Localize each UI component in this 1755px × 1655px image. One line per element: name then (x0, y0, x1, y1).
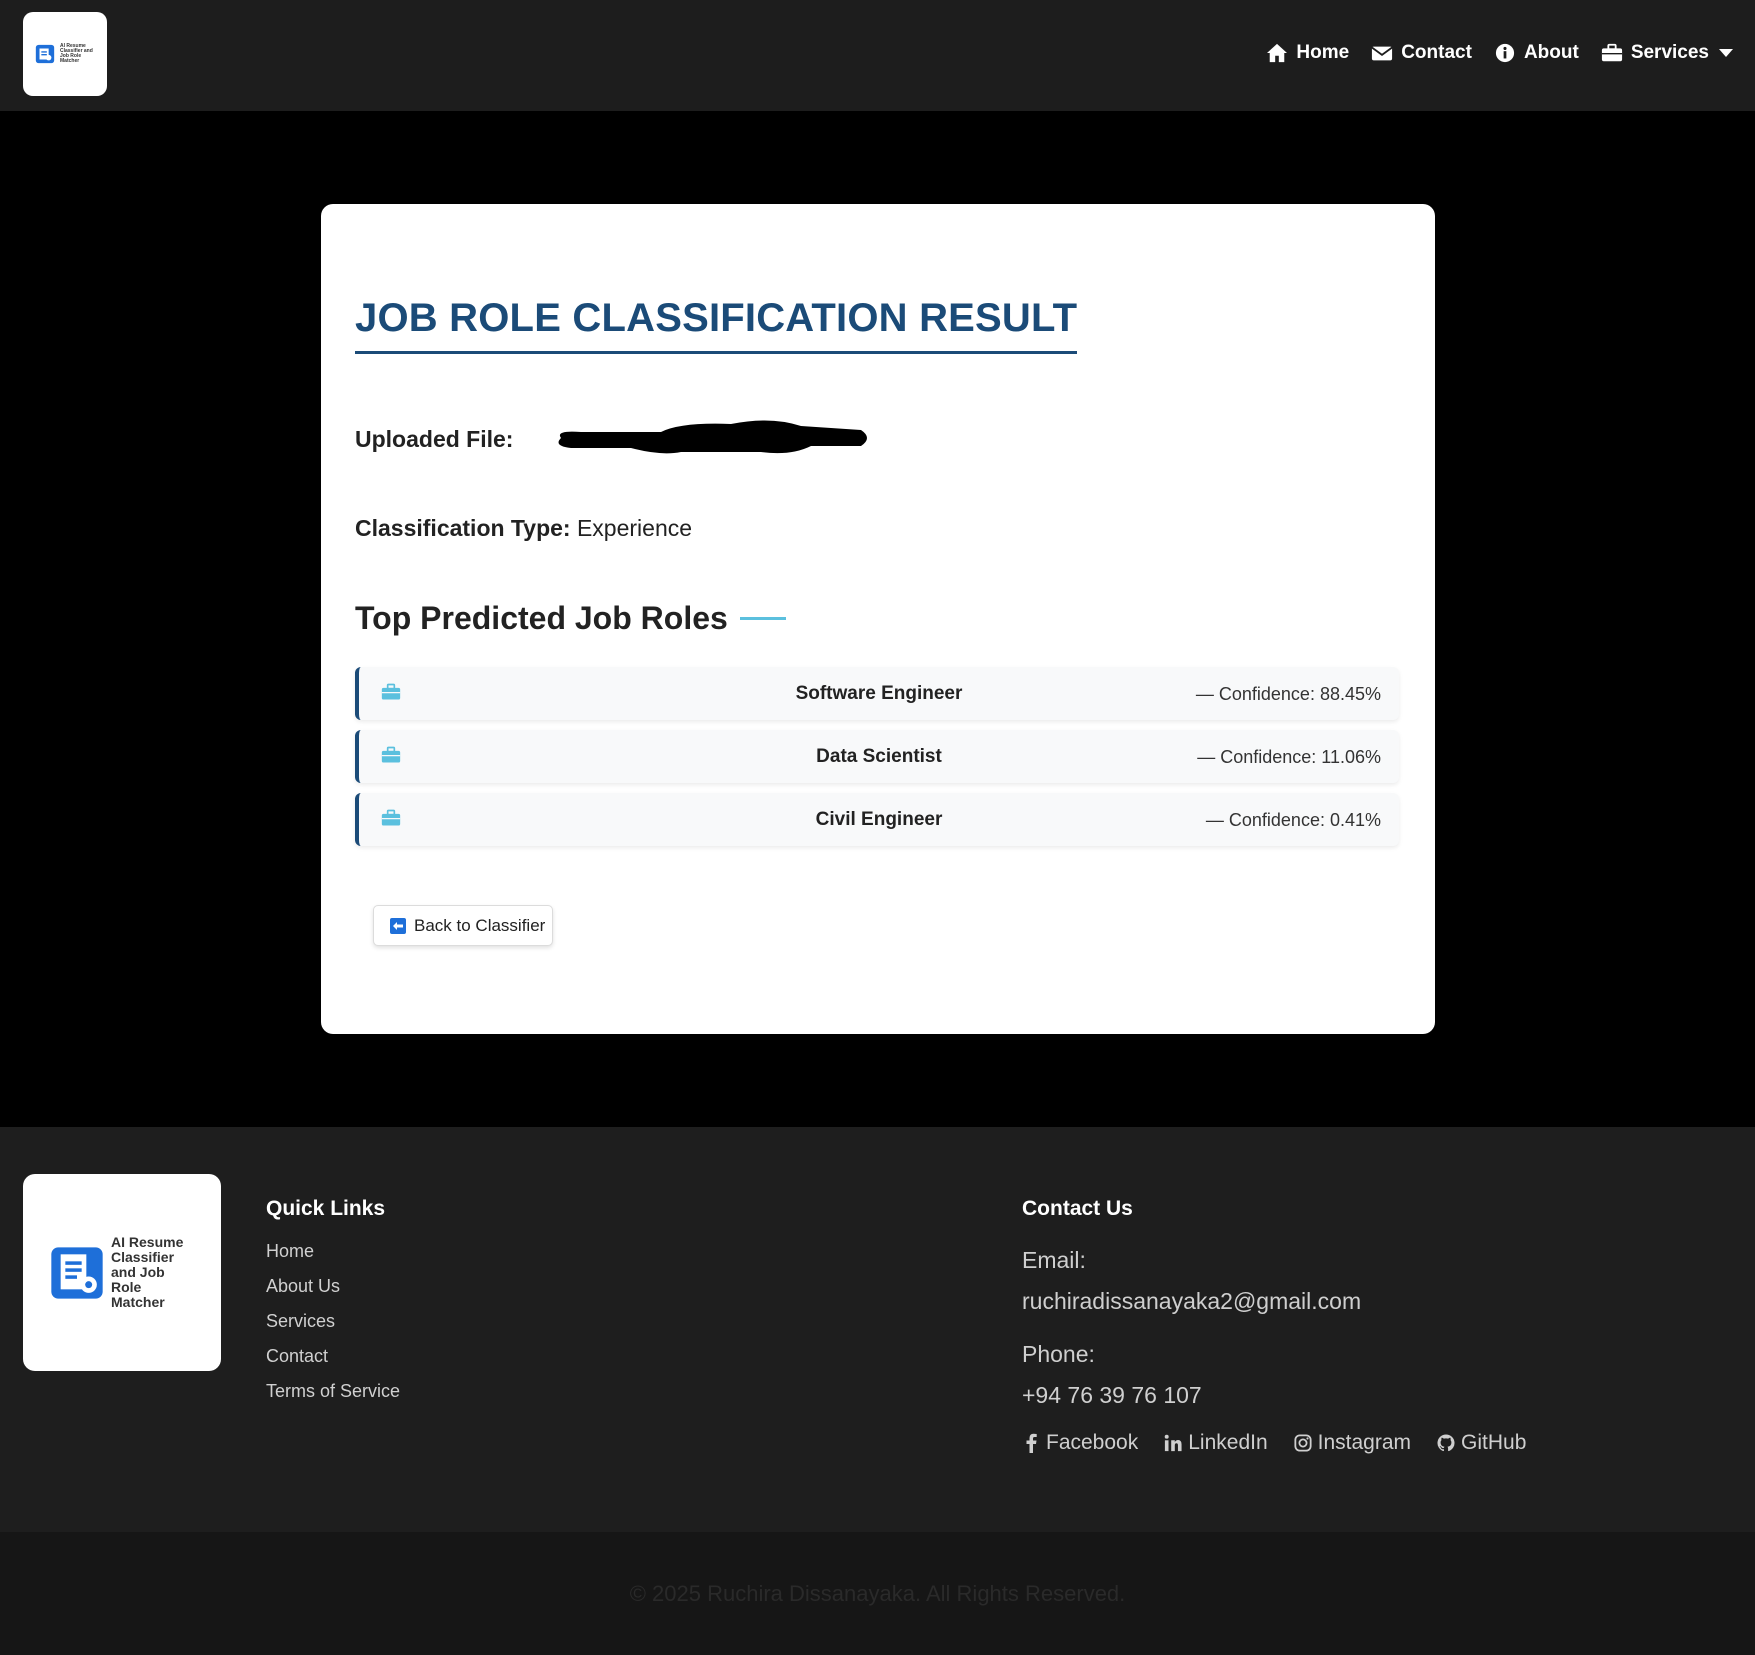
role-confidence: — Confidence: 0.41% (1205, 810, 1381, 830)
roles-list: Software Engineer — Confidence: 88.45% D… (355, 667, 1399, 856)
quick-links: Quick Links Home About Us Services Conta… (266, 1197, 400, 1416)
footer-link-contact[interactable]: Contact (266, 1346, 400, 1367)
uploaded-file-row: Uploaded File: (355, 420, 867, 454)
instagram-icon (1294, 1434, 1312, 1452)
top-roles-heading: Top Predicted Job Roles (355, 600, 786, 637)
nav-services-label: Services (1630, 42, 1709, 63)
redaction-mark (558, 420, 867, 454)
classification-type-row: Classification Type: Experience (355, 515, 692, 542)
back-button-label: Back to Classifier (414, 915, 546, 935)
footer-link-terms[interactable]: Terms of Service (266, 1381, 400, 1402)
social-facebook[interactable]: Facebook (1022, 1431, 1138, 1455)
email-label: Email: (1022, 1247, 1086, 1273)
linkedin-label: LinkedIn (1188, 1431, 1268, 1454)
facebook-icon (1026, 1433, 1037, 1453)
result-card: JOB ROLE CLASSIFICATION RESULT Uploaded … (321, 204, 1435, 1034)
quick-links-heading: Quick Links (266, 1197, 386, 1220)
footer-logo-text: AI Resume Classifier and Job Role Matche… (111, 1234, 184, 1310)
instagram-label: Instagram (1317, 1431, 1412, 1454)
email-value[interactable]: ruchiradissanayaka2@gmail.com (1022, 1288, 1702, 1315)
contact-us: Contact Us Email: ruchiradissanayaka2@gm… (1022, 1197, 1702, 1455)
heading-accent-line (739, 617, 786, 620)
page-title: JOB ROLE CLASSIFICATION RESULT (355, 296, 1078, 354)
social-links: Facebook LinkedIn Instagram GitHub (1022, 1431, 1702, 1455)
facebook-label: Facebook (1046, 1431, 1139, 1454)
linkedin-icon (1164, 1434, 1182, 1452)
list-item: Software Engineer — Confidence: 88.45% (355, 667, 1399, 720)
nav-home[interactable]: Home (1266, 42, 1349, 64)
site-logo[interactable]: AI Resume Classifier and Job Role Matche… (23, 12, 107, 96)
copyright-bar: © 2025 Ruchira Dissanayaka. All Rights R… (0, 1532, 1755, 1655)
contact-heading: Contact Us (1022, 1197, 1133, 1220)
chevron-down-icon (1719, 49, 1733, 57)
nav-services-dropdown[interactable]: Services (1601, 42, 1733, 64)
phone-value[interactable]: +94 76 39 76 107 (1022, 1382, 1702, 1409)
footer-link-services[interactable]: Services (266, 1311, 400, 1332)
list-item: Data Scientist — Confidence: 11.06% (355, 730, 1399, 783)
nav-about-label: About (1523, 42, 1579, 63)
envelope-icon (1371, 46, 1393, 61)
social-instagram[interactable]: Instagram (1294, 1431, 1411, 1455)
footer-link-about-us[interactable]: About Us (266, 1276, 400, 1297)
home-icon (1267, 43, 1288, 63)
briefcase-icon (1601, 43, 1622, 62)
github-label: GitHub (1461, 1431, 1527, 1454)
document-gear-icon (51, 1246, 103, 1299)
role-confidence: — Confidence: 88.45% (1195, 684, 1381, 704)
main-nav: Home Contact About Services (1266, 42, 1733, 64)
footer: AI Resume Classifier and Job Role Matche… (0, 1127, 1755, 1532)
classification-type-value: Experience (576, 515, 693, 541)
copyright-text: © 2025 Ruchira Dissanayaka. All Rights R… (629, 1580, 1126, 1606)
info-icon (1495, 43, 1515, 63)
social-linkedin[interactable]: LinkedIn (1164, 1431, 1268, 1455)
social-github[interactable]: GitHub (1437, 1431, 1526, 1455)
list-item: Civil Engineer — Confidence: 0.41% (355, 793, 1399, 846)
phone-label: Phone: (1022, 1341, 1095, 1367)
nav-home-label: Home (1296, 42, 1350, 63)
nav-about[interactable]: About (1494, 42, 1579, 64)
back-to-classifier-button[interactable]: Back to Classifier (373, 905, 553, 946)
top-roles-heading-text: Top Predicted Job Roles (355, 600, 728, 636)
document-gear-icon (35, 44, 55, 64)
navbar: AI Resume Classifier and Job Role Matche… (0, 0, 1755, 111)
nav-contact[interactable]: Contact (1371, 42, 1472, 64)
role-confidence: — Confidence: 11.06% (1197, 747, 1381, 767)
nav-contact-label: Contact (1401, 42, 1472, 63)
footer-logo: AI Resume Classifier and Job Role Matche… (23, 1174, 221, 1371)
logo-text: AI Resume Classifier and Job Role Matche… (60, 43, 93, 64)
classification-type-label: Classification Type: (355, 515, 571, 541)
footer-link-home[interactable]: Home (266, 1241, 400, 1262)
github-icon (1437, 1434, 1455, 1452)
arrow-left-icon (390, 917, 406, 934)
uploaded-file-label: Uploaded File: (355, 426, 514, 452)
